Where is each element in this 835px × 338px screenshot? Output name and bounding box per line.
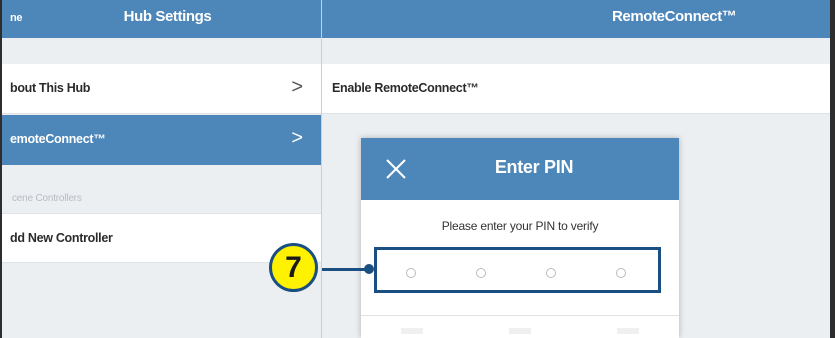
dialog-header: Enter PIN <box>361 138 679 200</box>
settings-row-label: dd New Controller <box>10 231 113 245</box>
dialog-message: Please enter your PIN to verify <box>441 219 599 233</box>
enable-remoteconnect-row[interactable]: Enable RemoteConnect™ <box>322 64 830 114</box>
enter-pin-dialog: Enter PIN Please enter your PIN to verif… <box>361 138 679 338</box>
settings-row-label: bout This Hub <box>10 81 91 95</box>
chevron-right-icon: > <box>291 127 303 149</box>
keypad-key[interactable] <box>401 328 423 334</box>
master-pane: ne Hub Settings bout This Hub > emoteCon… <box>2 0 322 338</box>
master-title: Hub Settings <box>123 8 212 25</box>
dialog-title: Enter PIN <box>494 157 574 177</box>
keypad-key[interactable] <box>509 328 531 334</box>
pin-field-highlight <box>374 247 661 293</box>
detail-title: RemoteConnect™ <box>612 8 737 25</box>
enable-remoteconnect-label: Enable RemoteConnect™ <box>332 81 479 95</box>
keypad-key[interactable] <box>617 328 639 334</box>
settings-row-label: emoteConnect™ <box>10 132 106 146</box>
detail-navigation-bar: RemoteConnect™ <box>322 0 830 38</box>
step-number-badge: 7 <box>269 243 318 292</box>
window-frame-right <box>830 0 835 338</box>
callout-pointer-dot <box>364 264 374 274</box>
master-navigation-bar: ne Hub Settings <box>2 0 321 38</box>
settings-row-remoteconnect[interactable]: emoteConnect™ > <box>2 115 321 165</box>
settings-row-about-hub[interactable]: bout This Hub > <box>2 64 321 114</box>
keypad-divider <box>361 315 679 316</box>
section-header-scene-controllers: cene Controllers <box>12 193 82 204</box>
chevron-right-icon: > <box>291 76 303 98</box>
